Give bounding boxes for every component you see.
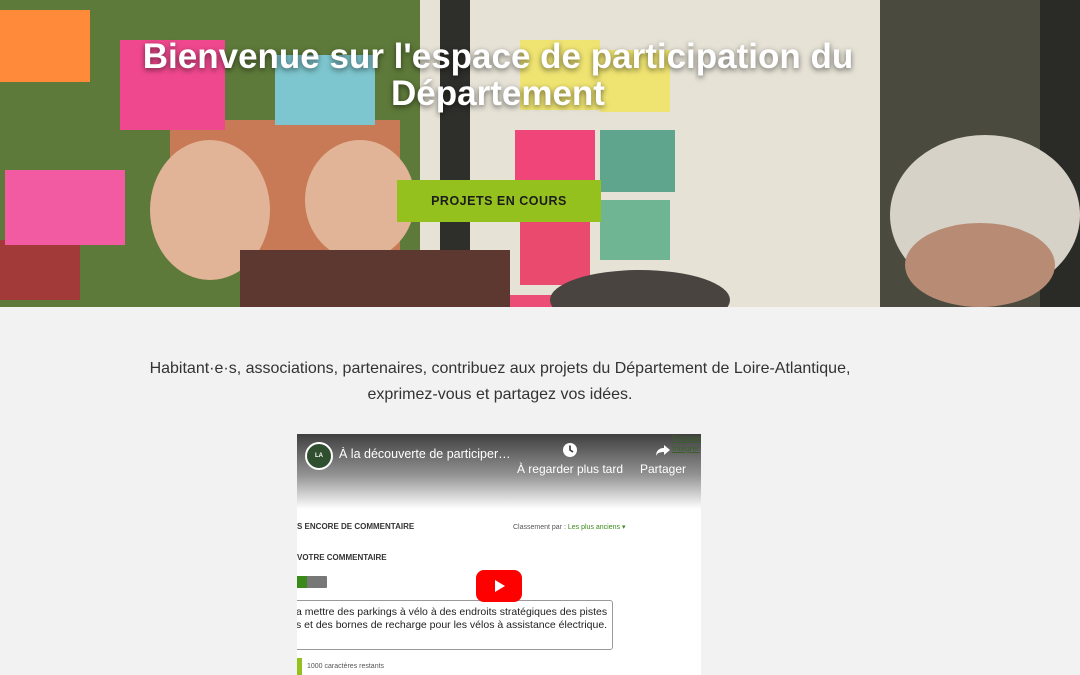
watch-later-label: À regarder plus tard <box>516 462 624 476</box>
intro-line-2: exprimez-vous et partagez vos idées. <box>367 386 633 403</box>
projets-en-cours-button[interactable]: PROJETS EN COURS <box>397 180 601 222</box>
play-icon <box>495 580 505 592</box>
comments-sort: Classement par : Les plus anciens ▾ <box>513 523 626 531</box>
share-label: Partager <box>639 462 687 476</box>
clock-icon <box>563 443 577 457</box>
video-embed[interactable]: S ENCORE DE COMMENTAIRE Classement par :… <box>297 434 701 675</box>
share-link[interactable]: Partager <box>672 434 701 444</box>
comments-count-label: S ENCORE DE COMMENTAIRE <box>297 522 415 531</box>
comment-box: a mettre des parkings à vélo à des endro… <box>297 600 613 650</box>
embed-link[interactable]: Intégrer <box>672 444 701 454</box>
watch-later-button[interactable]: À regarder plus tard <box>515 442 625 476</box>
sort-label: Classement par : <box>513 524 566 531</box>
your-comment-label: VOTRE COMMENTAIRE <box>297 553 387 562</box>
comment-line-1: a mettre des parkings à vélo à des endro… <box>297 606 608 618</box>
chevron-down-icon: ▾ <box>621 524 626 531</box>
hero-banner: Bienvenue sur l'espace de participation … <box>0 0 1080 307</box>
hero-title: Bienvenue sur l'espace de participation … <box>142 37 854 113</box>
sort-value: Les plus anciens <box>567 524 621 531</box>
share-links: Partager Intégrer <box>672 434 701 454</box>
comment-line-2: s et des bornes de recharge pour les vél… <box>297 619 608 631</box>
remaining-chars: 1000 caractères restants <box>307 663 385 670</box>
intro-line-1: Habitant·e·s, associations, partenaires,… <box>149 360 851 377</box>
intro-text: Habitant·e·s, associations, partenaires,… <box>140 356 860 408</box>
channel-logo[interactable]: LA <box>305 442 333 470</box>
char-counter-bar <box>297 658 302 675</box>
video-title[interactable]: À la découverte de participer l... <box>339 447 514 461</box>
editor-toolbar <box>297 576 327 588</box>
play-button[interactable] <box>476 570 522 602</box>
share-arrow-icon <box>656 445 670 456</box>
